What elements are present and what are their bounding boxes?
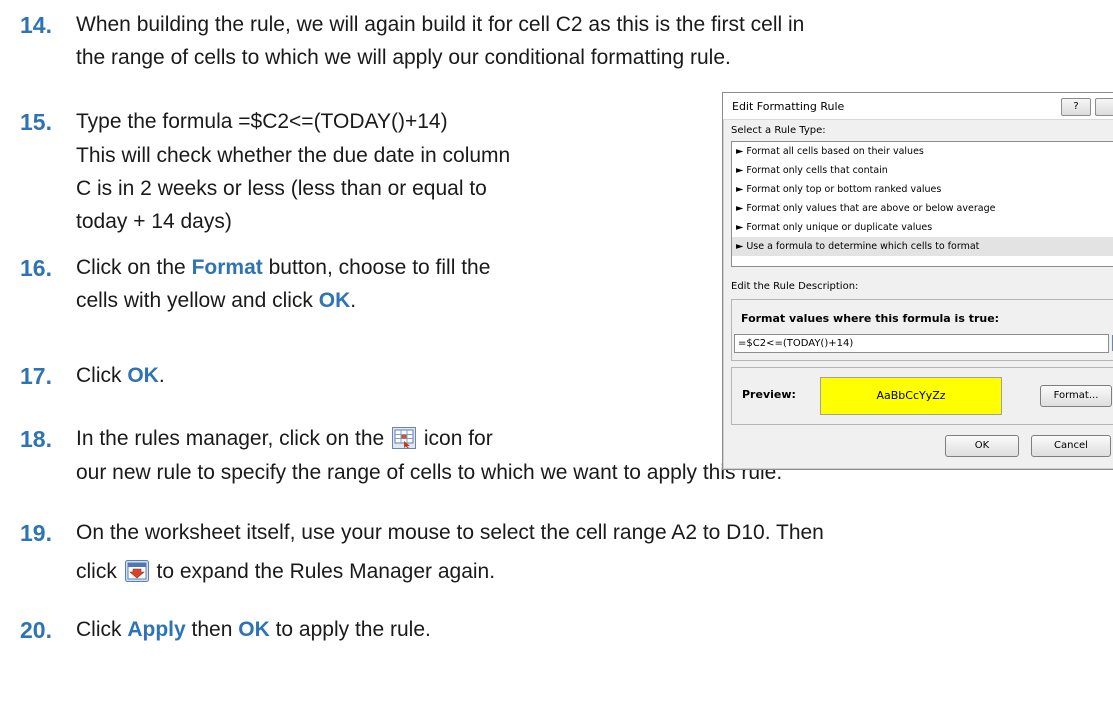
rule-type-item[interactable]: ► Format all cells based on their values	[732, 142, 1113, 161]
rule-type-item[interactable]: ► Format only values that are above or b…	[732, 199, 1113, 218]
keyword-ok: OK	[127, 364, 159, 387]
text-segment: icon for	[418, 427, 493, 450]
keyword-ok: OK	[238, 618, 270, 641]
text-segment: button, choose to fill the	[262, 256, 491, 279]
formula-input[interactable]: =$C2<=(TODAY()+14)	[734, 334, 1109, 353]
text-segment: click	[76, 560, 123, 583]
text-segment: .	[158, 364, 165, 387]
text-segment: then	[185, 618, 239, 641]
step-number: 18.	[20, 426, 52, 452]
step-text: our new rule to specify the range of cel…	[76, 461, 783, 484]
cancel-button[interactable]: Cancel	[1031, 435, 1111, 457]
text-segment: In the rules manager, click on the	[76, 427, 391, 450]
step-text: Click OK.	[76, 361, 165, 391]
step-text: the range of cells to which we will appl…	[76, 46, 731, 69]
text-segment: to expand the Rules Manager again.	[150, 560, 496, 583]
formula-heading: Format values where this formula is true…	[741, 312, 1000, 325]
rule-description-box: Format values where this formula is true…	[731, 299, 1113, 361]
preview-box: Preview: AaBbCcYyZz Format...	[731, 367, 1113, 425]
text-segment: Click	[76, 618, 128, 641]
dialog-title: Edit Formatting Rule	[732, 100, 845, 113]
preview-swatch: AaBbCcYyZz	[820, 377, 1002, 415]
format-button[interactable]: Format...	[1040, 385, 1112, 407]
step-number: 17.	[20, 363, 52, 389]
step-number: 16.	[20, 255, 52, 281]
help-button[interactable]: ?	[1061, 98, 1091, 116]
step-text: Click on the Format button, choose to fi…	[76, 253, 490, 283]
text-segment: Click	[76, 364, 128, 387]
keyword-apply: Apply	[127, 618, 186, 641]
step-text: C is in 2 weeks or less (less than or eq…	[76, 177, 487, 200]
edit-formatting-rule-dialog: Edit Formatting Rule ? Select a Rule Typ…	[722, 92, 1113, 470]
keyword-format: Format	[191, 256, 263, 279]
dialog-title-bar: Edit Formatting Rule ?	[723, 93, 1113, 120]
text-segment: .	[350, 289, 357, 312]
rule-description-label: Edit the Rule Description:	[731, 281, 859, 292]
step-text: This will check whether the due date in …	[76, 144, 511, 167]
step-number: 19.	[20, 520, 52, 546]
rule-type-item[interactable]: ► Format only cells that contain	[732, 161, 1113, 180]
text-segment: Click on the	[76, 256, 192, 279]
keyword-ok: OK	[318, 289, 351, 312]
rule-type-item[interactable]: ► Format only unique or duplicate values	[732, 218, 1113, 237]
rule-type-list: ► Format all cells based on their values…	[731, 141, 1113, 267]
step-text: In the rules manager, click on the icon …	[76, 424, 493, 454]
step-text: Type the formula =$C2<=(TODAY()+14)	[76, 110, 448, 133]
rule-type-item[interactable]: ► Format only top or bottom ranked value…	[732, 180, 1113, 199]
step-text: Click Apply then OK to apply the rule.	[76, 615, 431, 645]
step-text: click to expand the Rules Manager again.	[76, 557, 495, 587]
rule-type-label: Select a Rule Type:	[731, 125, 826, 136]
close-button[interactable]	[1095, 98, 1113, 116]
text-segment: cells with yellow and click	[76, 289, 319, 312]
ok-button[interactable]: OK	[945, 435, 1019, 457]
step-text: On the worksheet itself, use your mouse …	[76, 521, 824, 544]
collapse-dialog-icon	[392, 427, 417, 449]
step-number: 15.	[20, 109, 52, 135]
step-text: When building the rule, we will again bu…	[76, 13, 805, 36]
preview-label: Preview:	[742, 388, 796, 401]
rule-type-item-selected[interactable]: ► Use a formula to determine which cells…	[732, 237, 1113, 256]
expand-dialog-icon	[124, 560, 149, 582]
step-text: cells with yellow and click OK.	[76, 286, 356, 316]
step-number: 20.	[20, 617, 52, 643]
step-number: 14.	[20, 12, 52, 38]
text-segment: to apply the rule.	[269, 618, 431, 641]
step-text: today + 14 days)	[76, 210, 232, 233]
